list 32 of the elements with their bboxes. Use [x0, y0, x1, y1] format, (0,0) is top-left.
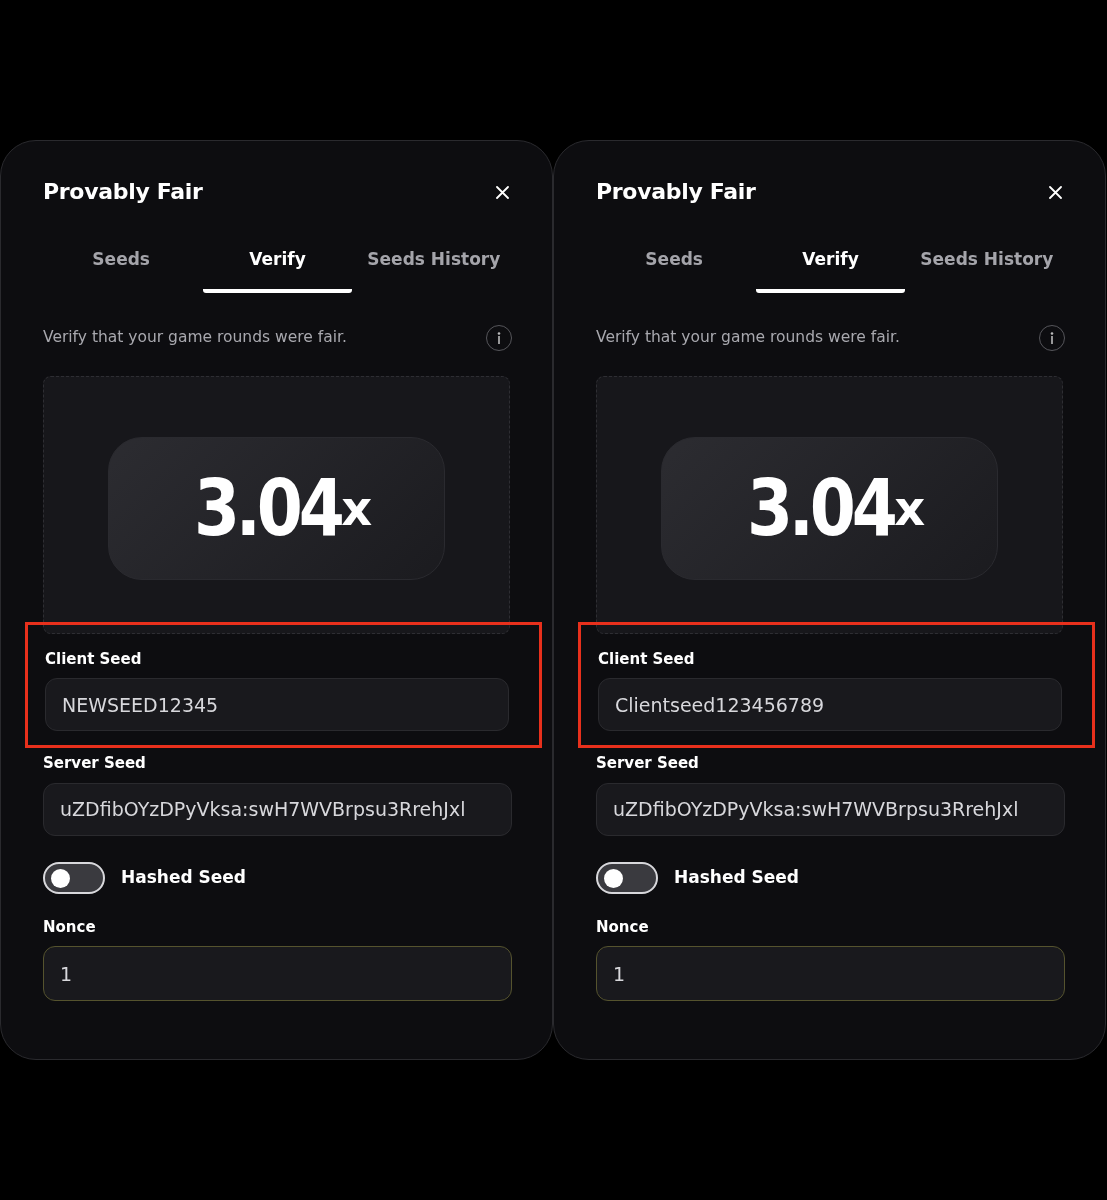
dialog-title: Provably Fair — [43, 179, 203, 206]
field-label: Server Seed — [43, 753, 146, 775]
field-label: Nonce — [43, 916, 96, 938]
field-label: Client Seed — [598, 648, 695, 670]
multiplier-value: 3.04 — [746, 469, 894, 548]
multiplier-value: 3.04 — [193, 469, 341, 548]
nonce-field[interactable]: 1 — [43, 946, 512, 1002]
server-seed-field[interactable]: uZDfibOYzDPyVksa:swH7WVBrpsu3RrehJxl — [596, 782, 1065, 836]
tab[interactable]: Verify — [756, 243, 905, 293]
server-seed-field[interactable]: uZDfibOYzDPyVksa:swH7WVBrpsu3RrehJxl — [43, 782, 512, 836]
close-icon — [495, 185, 509, 199]
tab[interactable]: Seeds — [47, 243, 196, 293]
tab[interactable]: Verify — [203, 243, 352, 293]
client-seed-field[interactable]: Clientseed123456789 — [598, 678, 1062, 732]
field-label: Client Seed — [45, 648, 142, 670]
toggle-label: Hashed Seed — [674, 866, 799, 890]
close-icon — [1048, 185, 1062, 199]
description-text: Verify that your game rounds were fair. — [596, 327, 900, 349]
tab[interactable]: Seeds History — [359, 243, 508, 293]
dialog-title: Provably Fair — [596, 179, 756, 206]
description-text: Verify that your game rounds were fair. — [43, 327, 347, 349]
tab[interactable]: Seeds — [600, 243, 749, 293]
multiplier-suffix: x — [894, 484, 926, 533]
nonce-field[interactable]: 1 — [596, 946, 1065, 1002]
toggle-switch[interactable] — [596, 861, 658, 894]
toggle-label: Hashed Seed — [121, 866, 246, 890]
client-seed-field[interactable]: NEWSEED12345 — [45, 678, 509, 732]
tab[interactable]: Seeds History — [912, 243, 1061, 293]
field-label: Server Seed — [596, 753, 699, 775]
toggle-switch[interactable] — [43, 861, 105, 894]
field-label: Nonce — [596, 916, 649, 938]
multiplier-suffix: x — [341, 484, 373, 533]
